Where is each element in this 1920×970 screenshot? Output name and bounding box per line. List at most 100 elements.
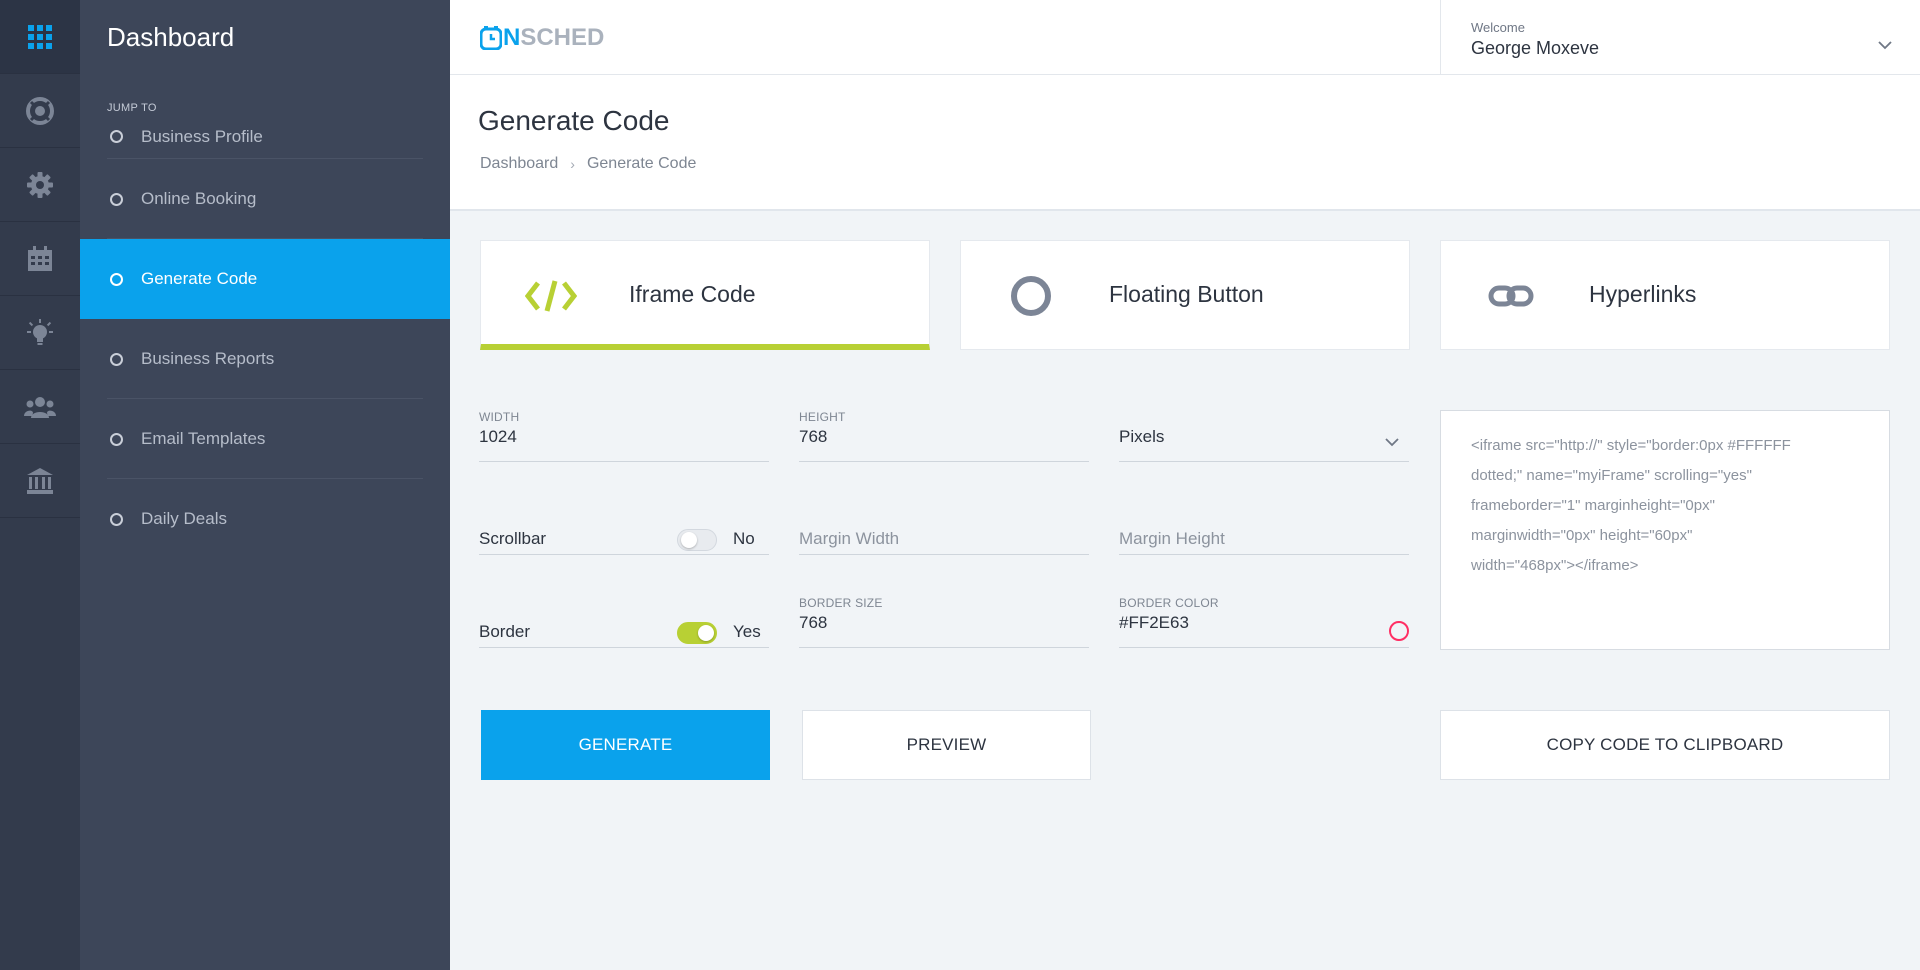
rail-calendar-button[interactable] xyxy=(0,222,80,296)
support-icon xyxy=(26,96,54,125)
height-value: 768 xyxy=(799,427,828,446)
scrollbar-label: Scrollbar xyxy=(479,529,547,548)
tab-hyperlinks[interactable]: Hyperlinks xyxy=(1440,240,1890,350)
breadcrumb: Dashboard › Generate Code xyxy=(480,155,696,173)
rail-business-button[interactable] xyxy=(0,444,80,518)
lightbulb-icon xyxy=(27,318,53,345)
unit-value: Pixels xyxy=(1119,427,1165,446)
rail-ideas-button[interactable] xyxy=(0,296,80,370)
sidebar-item-label: Business Reports xyxy=(141,349,275,368)
circle-bullet-icon xyxy=(110,512,123,526)
user-name: George Moxeve xyxy=(1471,38,1600,58)
border-label: Border xyxy=(479,622,531,641)
scrollbar-row: Scrollbar No xyxy=(479,501,769,555)
border-color-field[interactable]: BORDER COLOR #FF2E63 xyxy=(1119,594,1409,648)
tab-floating-button[interactable]: Floating Button xyxy=(960,240,1410,350)
tab-label: Iframe Code xyxy=(629,281,756,307)
code-output[interactable]: <iframe src="http://" style="border:0px … xyxy=(1440,410,1890,650)
scrollbar-state: No xyxy=(733,529,755,548)
copy-to-clipboard-button[interactable]: COPY CODE TO CLIPBOARD xyxy=(1440,710,1890,780)
rail-settings-button[interactable] xyxy=(0,148,80,222)
border-size-field[interactable]: BORDER SIZE 768 xyxy=(799,594,1089,648)
preview-button[interactable]: PREVIEW xyxy=(802,710,1091,780)
sidebar-item-online-booking[interactable]: Online Booking xyxy=(80,159,450,239)
user-menu[interactable]: Welcome George Moxeve xyxy=(1440,0,1920,74)
border-size-label: BORDER SIZE xyxy=(799,596,883,610)
color-swatch-icon[interactable] xyxy=(1389,621,1409,641)
chevron-down-icon xyxy=(1385,438,1399,447)
link-icon-wrapper xyxy=(1481,273,1541,319)
circle-bullet-icon xyxy=(110,352,123,366)
border-state: Yes xyxy=(733,622,761,641)
sidebar: Dashboard JUMP TO Business Profile Onlin… xyxy=(80,0,450,970)
jump-to-label: JUMP TO xyxy=(107,102,157,114)
circle-bullet-icon xyxy=(110,272,123,286)
apps-grid-button[interactable] xyxy=(0,0,80,74)
sidebar-item-business-profile[interactable]: Business Profile xyxy=(80,114,450,159)
margin-height-placeholder: Margin Height xyxy=(1119,529,1225,548)
code-icon-wrapper xyxy=(521,273,581,319)
link-icon xyxy=(1488,285,1534,307)
sidebar-item-label: Generate Code xyxy=(141,269,258,288)
bank-icon xyxy=(27,467,53,494)
height-field[interactable]: HEIGHT 768 xyxy=(799,408,1089,462)
border-color-value: #FF2E63 xyxy=(1119,613,1189,632)
toggle-knob xyxy=(698,625,714,641)
scrollbar-toggle[interactable] xyxy=(677,529,717,551)
logo-letters-sched: SCHED xyxy=(520,24,605,51)
logo-wordmark: NSCHED xyxy=(503,24,604,52)
tab-iframe-code[interactable]: Iframe Code xyxy=(480,240,930,350)
sidebar-item-label: Email Templates xyxy=(141,429,266,448)
onsched-logo[interactable]: NSCHED xyxy=(480,24,604,52)
border-color-label: BORDER COLOR xyxy=(1119,596,1219,610)
sidebar-item-email-templates[interactable]: Email Templates xyxy=(80,399,450,479)
circle-bullet-icon xyxy=(110,192,123,206)
top-bar: NSCHED Welcome George Moxeve xyxy=(450,0,1920,75)
circle-bullet-icon xyxy=(110,130,123,143)
circle-bullet-icon xyxy=(110,432,123,446)
breadcrumb-dashboard-link[interactable]: Dashboard xyxy=(480,155,558,173)
margin-width-placeholder: Margin Width xyxy=(799,529,900,548)
chevron-right-icon: › xyxy=(570,156,575,172)
sidebar-item-daily-deals[interactable]: Daily Deals xyxy=(80,479,450,559)
border-size-value: 768 xyxy=(799,613,828,632)
circle-icon-wrapper xyxy=(1001,273,1061,319)
tab-label: Floating Button xyxy=(1109,281,1264,307)
sidebar-nav: Business Profile Online Booking Generate… xyxy=(80,114,450,559)
page-header: Generate Code Dashboard › Generate Code xyxy=(450,75,1920,211)
logo-letter-n: N xyxy=(503,24,521,51)
page-title: Generate Code xyxy=(478,105,670,136)
welcome-label: Welcome xyxy=(1471,20,1525,35)
margin-width-field[interactable]: Margin Width xyxy=(799,501,1089,555)
circle-icon xyxy=(1011,276,1051,316)
border-row: Border Yes xyxy=(479,594,769,648)
sidebar-item-label: Business Profile xyxy=(141,126,263,146)
toggle-knob xyxy=(681,532,697,548)
calendar-icon xyxy=(28,245,52,271)
height-label: HEIGHT xyxy=(799,410,846,424)
rail-users-button[interactable] xyxy=(0,370,80,444)
chevron-down-icon xyxy=(1878,41,1892,50)
border-toggle[interactable] xyxy=(677,622,717,644)
generate-button[interactable]: GENERATE xyxy=(481,710,770,780)
tab-label: Hyperlinks xyxy=(1589,281,1697,307)
margin-height-field[interactable]: Margin Height xyxy=(1119,501,1409,555)
unit-select[interactable]: Pixels xyxy=(1119,408,1409,462)
width-field[interactable]: WIDTH 1024 xyxy=(479,408,769,462)
users-icon xyxy=(24,396,56,418)
rail-support-button[interactable] xyxy=(0,74,80,148)
sidebar-item-label: Online Booking xyxy=(141,189,257,208)
gear-icon xyxy=(27,171,53,198)
width-value: 1024 xyxy=(479,427,517,446)
code-text: <iframe src="http://" style="border:0px … xyxy=(1471,437,1791,574)
sidebar-item-label: Daily Deals xyxy=(141,509,227,528)
breadcrumb-current: Generate Code xyxy=(586,155,697,172)
sidebar-title: Dashboard xyxy=(107,21,235,52)
grid-icon xyxy=(28,24,52,49)
icon-rail xyxy=(0,0,80,970)
clock-logo-icon xyxy=(480,26,502,50)
sidebar-item-business-reports[interactable]: Business Reports xyxy=(80,319,450,399)
code-icon xyxy=(525,280,577,312)
width-label: WIDTH xyxy=(479,410,520,424)
sidebar-item-generate-code[interactable]: Generate Code xyxy=(80,239,450,319)
